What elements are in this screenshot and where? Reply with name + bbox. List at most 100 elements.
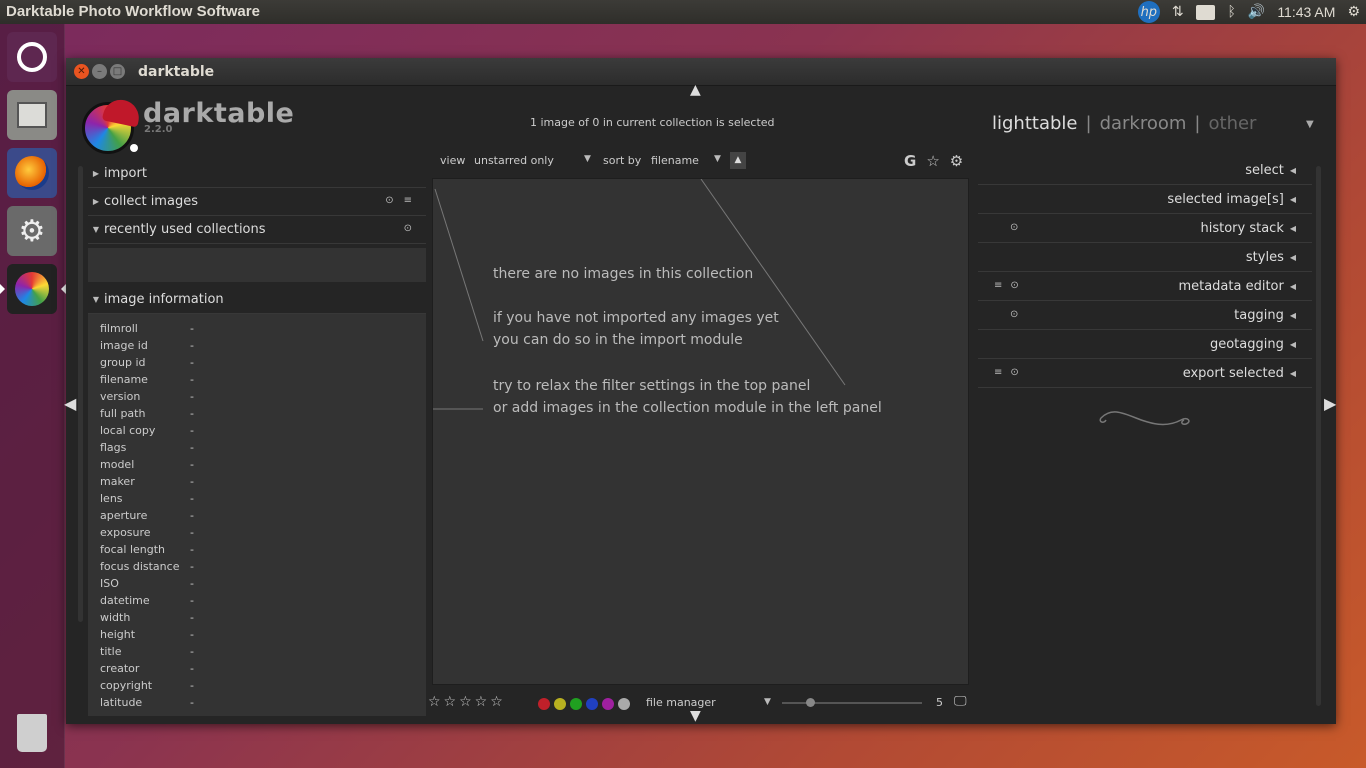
presets-icon[interactable]: ≡ <box>994 280 1002 291</box>
bluetooth-icon[interactable]: ᛒ <box>1227 4 1235 20</box>
maximize-window-button[interactable]: □ <box>110 64 125 79</box>
info-row: maker - <box>100 475 194 488</box>
module-selected-images[interactable]: selected image[s] ◀ <box>978 185 1312 214</box>
module-import[interactable]: ▶ import <box>88 160 426 188</box>
network-icon[interactable]: ⇅ <box>1172 4 1184 20</box>
volume-icon[interactable]: 🔊 <box>1248 4 1265 20</box>
module-label: export selected <box>1182 365 1284 381</box>
right-panel: select ◀ selected image[s] ◀ ⊙ history sta… <box>978 156 1312 388</box>
sort-direction-toggle[interactable]: ▲ <box>730 152 746 169</box>
expand-arrow-icon: ◀ <box>1289 281 1296 291</box>
layout-select[interactable]: file manager <box>646 696 716 709</box>
system-settings-icon[interactable]: ⚙ <box>7 206 57 256</box>
ubuntu-dash-icon[interactable] <box>7 32 57 82</box>
launcher: ⚙ <box>0 24 66 768</box>
monitor-icon[interactable]: 🖵 <box>954 694 967 709</box>
reset-icon[interactable]: ⊙ <box>1010 280 1018 291</box>
module-select[interactable]: select ◀ <box>978 156 1312 185</box>
view-other[interactable]: other <box>1209 113 1257 134</box>
module-metadata-editor[interactable]: ≡ ⊙ metadata editor ◀ <box>978 272 1312 301</box>
sort-by-select[interactable]: filename <box>651 154 699 167</box>
green-label-icon[interactable] <box>570 698 582 710</box>
reset-icon[interactable]: ⊙ <box>1010 309 1018 320</box>
left-panel-scrollbar[interactable] <box>78 166 83 622</box>
expand-arrow-icon: ◀ <box>1289 310 1296 320</box>
reset-icon[interactable]: ⊙ <box>1010 367 1018 378</box>
module-styles[interactable]: styles ◀ <box>978 243 1312 272</box>
expand-arrow-icon: ◀ <box>1289 252 1296 262</box>
reset-icon[interactable]: ⊙ <box>404 223 412 234</box>
trash-icon[interactable] <box>7 708 57 758</box>
info-row: full path - <box>100 407 194 420</box>
preferences-gear-icon[interactable]: ⚙ <box>950 152 963 170</box>
sort-by-dropdown-icon[interactable]: ▼ <box>714 154 721 164</box>
module-tagging[interactable]: ⊙ tagging ◀ <box>978 301 1312 330</box>
zoom-value[interactable]: 5 <box>936 696 943 709</box>
module-image-information[interactable]: ▼ image information <box>88 286 426 314</box>
collapse-right-panel-arrow-icon[interactable]: ▶ <box>1324 394 1336 413</box>
right-panel-scrollbar[interactable] <box>1316 166 1321 706</box>
import-hint-line1: if you have not imported any images yet <box>493 310 779 326</box>
info-row: lens - <box>100 492 194 505</box>
module-label: selected image[s] <box>1167 191 1284 207</box>
view-filter-select[interactable]: unstarred only <box>474 154 554 167</box>
overlay-star-icon[interactable]: ☆ <box>926 152 939 170</box>
view-lighttable[interactable]: lighttable <box>992 113 1077 134</box>
collapse-left-panel-arrow-icon[interactable]: ◀ <box>64 394 76 413</box>
active-app-title: Darktable Photo Workflow Software <box>6 3 260 20</box>
zoom-slider[interactable] <box>782 698 922 707</box>
blue-label-icon[interactable] <box>586 698 598 710</box>
view-darkroom[interactable]: darkroom <box>1100 113 1187 134</box>
grouping-icon[interactable]: G <box>904 152 916 170</box>
darktable-icon[interactable] <box>0 264 66 314</box>
empty-collection-message: there are no images in this collection <box>493 266 754 282</box>
module-collect-images[interactable]: ▶ collect images ⊙ ≡ <box>88 188 426 216</box>
module-export-selected[interactable]: ≡ ⊙ export selected ◀ <box>978 359 1312 388</box>
clock[interactable]: 11:43 AM <box>1277 4 1335 20</box>
module-label: recently used collections <box>104 222 266 237</box>
collapse-arrow-icon: ▼ <box>92 225 100 234</box>
keyboard-layout-indicator[interactable]: En <box>1195 4 1216 20</box>
sort-by-label: sort by <box>603 154 642 167</box>
collapse-bottom-panel-arrow-icon[interactable]: ▼ <box>690 708 701 724</box>
reset-icon[interactable]: ⊙ <box>1010 222 1018 233</box>
red-label-icon[interactable] <box>538 698 550 710</box>
files-icon[interactable] <box>7 90 57 140</box>
views-dropdown-arrow-icon[interactable]: ▼ <box>1306 119 1314 130</box>
purple-label-icon[interactable] <box>602 698 614 710</box>
info-row: height - <box>100 628 194 641</box>
presets-icon[interactable]: ≡ <box>404 195 412 206</box>
clear-label-icon[interactable] <box>618 698 630 710</box>
expand-arrow-icon: ◀ <box>1289 223 1296 233</box>
info-row: focus distance - <box>100 560 194 573</box>
minimize-window-button[interactable]: – <box>92 64 107 79</box>
hp-icon[interactable]: hp <box>1137 1 1160 23</box>
reset-icon[interactable]: ⊙ <box>385 195 393 206</box>
module-label: metadata editor <box>1178 278 1284 294</box>
info-row: focal length - <box>100 543 194 556</box>
settings-gear-icon[interactable]: ⚙ <box>1347 4 1360 20</box>
info-row: flags - <box>100 441 194 454</box>
close-window-button[interactable]: ✕ <box>74 64 89 79</box>
module-label: geotagging <box>1209 336 1284 352</box>
zoom-slider-knob[interactable] <box>806 698 815 707</box>
top-toolbar-icons: G ☆ ⚙ <box>904 152 963 170</box>
yellow-label-icon[interactable] <box>554 698 566 710</box>
layout-dropdown-icon[interactable]: ▼ <box>764 697 771 707</box>
darktable-window: ✕ – □ darktable ▲ darktable 2.2.0 1 imag… <box>64 58 1336 724</box>
presets-icon[interactable]: ≡ <box>994 367 1002 378</box>
view-filter-label: view <box>440 154 466 167</box>
info-row: exposure - <box>100 526 194 539</box>
firefox-icon[interactable] <box>7 148 57 198</box>
help-pointer-lines <box>433 179 846 410</box>
lighttable-center-view[interactable]: there are no images in this collection i… <box>432 178 969 685</box>
expand-arrow-icon: ▶ <box>92 197 100 206</box>
star-rating-icons[interactable]: ☆☆☆☆☆ <box>428 694 506 710</box>
view-filter-dropdown-icon[interactable]: ▼ <box>584 154 591 164</box>
module-recently-used-collections[interactable]: ▼ recently used collections ⊙ <box>88 216 426 244</box>
module-history-stack[interactable]: ⊙ history stack ◀ <box>978 214 1312 243</box>
module-geotagging[interactable]: geotagging ◀ <box>978 330 1312 359</box>
collapse-top-panel-arrow-icon[interactable]: ▲ <box>690 82 701 98</box>
info-row: ISO - <box>100 577 194 590</box>
module-label: image information <box>104 292 224 307</box>
